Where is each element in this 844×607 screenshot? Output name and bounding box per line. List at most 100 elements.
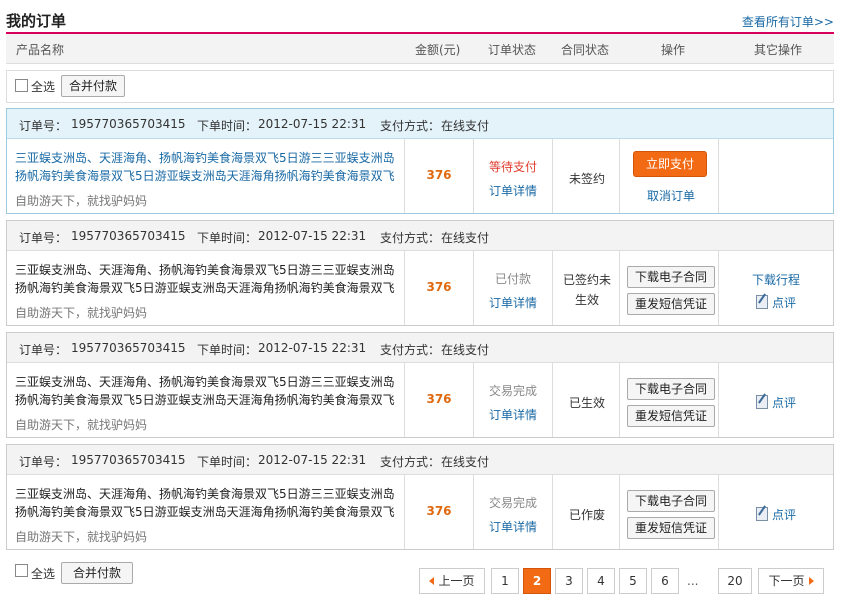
order-card: 订单号： 195770365703415 下单时间： 2012-07-15 22… xyxy=(6,108,834,214)
order-no: 195770365703415 xyxy=(71,341,186,355)
product-name[interactable]: 三亚蜈支洲岛、天涯海角、扬帆海钓美食海景双飞5日游三三亚蜈支洲岛扬帆海钓美食海景… xyxy=(15,261,399,297)
order-detail-link[interactable]: 订单详情 xyxy=(474,406,552,423)
pay-method: 在线支付 xyxy=(441,231,490,245)
top-select-bar: 全选 合并付款 xyxy=(6,70,834,103)
order-time: 2012-07-15 22:31 xyxy=(258,341,367,355)
order-no: 195770365703415 xyxy=(71,117,186,131)
arrow-right-icon xyxy=(808,577,814,585)
review-link[interactable]: 点评 xyxy=(719,506,833,523)
order-time: 2012-07-15 22:31 xyxy=(258,117,367,131)
order-time-label: 下单时间： xyxy=(197,343,258,357)
order-status: 交易完成 xyxy=(488,384,537,398)
download-itinerary-link[interactable]: 下载行程 xyxy=(719,271,833,288)
pay-now-button[interactable]: 立即支付 xyxy=(633,151,707,177)
edit-pen-icon xyxy=(755,507,768,521)
pay-method-label: 支付方式： xyxy=(380,343,441,357)
order-detail-link[interactable]: 订单详情 xyxy=(474,518,552,535)
col-contract-status: 合同状态 xyxy=(561,43,610,57)
col-operation: 操作 xyxy=(661,43,686,57)
order-no: 195770365703415 xyxy=(71,229,186,243)
pay-method: 在线支付 xyxy=(441,343,490,357)
pay-method-label: 支付方式： xyxy=(380,119,441,133)
resend-sms-button[interactable]: 重发短信凭证 xyxy=(627,405,715,427)
merge-pay-button[interactable]: 合并付款 xyxy=(61,75,125,97)
order-time: 2012-07-15 22:31 xyxy=(258,453,367,467)
col-order-status: 订单状态 xyxy=(488,43,537,57)
review-link[interactable]: 点评 xyxy=(719,394,833,411)
resend-sms-button[interactable]: 重发短信凭证 xyxy=(627,517,715,539)
order-no-label: 订单号： xyxy=(19,119,68,133)
order-time: 2012-07-15 22:31 xyxy=(258,229,367,243)
product-name[interactable]: 三亚蜈支洲岛、天涯海角、扬帆海钓美食海景双飞5日游三三亚蜈支洲岛扬帆海钓美食海景… xyxy=(15,373,399,409)
pay-method: 在线支付 xyxy=(441,455,490,469)
order-detail-link[interactable]: 订单详情 xyxy=(474,294,552,311)
next-page-button[interactable]: 下一页 xyxy=(758,568,824,594)
bottom-bar: 全选 合并付款 上一页 1 2 3 4 5 6 ... 20 下一页 xyxy=(6,555,834,601)
contract-status: 已签约未生效 xyxy=(562,273,611,307)
select-all-checkbox[interactable] xyxy=(15,79,28,92)
page-3[interactable]: 3 xyxy=(555,568,583,594)
pay-method-label: 支付方式： xyxy=(380,231,441,245)
table-header: 产品名称 金额(元) 订单状态 合同状态 操作 其它操作 xyxy=(6,34,834,64)
order-card: 订单号： 195770365703415 下单时间： 2012-07-15 22… xyxy=(6,220,834,326)
order-no-label: 订单号： xyxy=(19,231,68,245)
order-amount: 376 xyxy=(426,280,452,294)
contract-status: 已作废 xyxy=(568,508,605,522)
contract-status: 已生效 xyxy=(568,396,605,410)
order-time-label: 下单时间： xyxy=(197,119,258,133)
view-all-orders-link[interactable]: 查看所有订单>> xyxy=(742,13,834,30)
order-header: 订单号： 195770365703415 下单时间： 2012-07-15 22… xyxy=(7,109,833,139)
page-1[interactable]: 1 xyxy=(491,568,519,594)
order-header: 订单号： 195770365703415 下单时间： 2012-07-15 22… xyxy=(7,445,833,475)
arrow-left-icon xyxy=(429,577,435,585)
page-4[interactable]: 4 xyxy=(587,568,615,594)
resend-sms-button[interactable]: 重发短信凭证 xyxy=(627,293,715,315)
pay-method: 在线支付 xyxy=(441,119,490,133)
download-contract-button[interactable]: 下载电子合同 xyxy=(627,266,715,288)
col-amount: 金额(元) xyxy=(415,43,461,57)
order-no-label: 订单号： xyxy=(19,455,68,469)
order-no-label: 订单号： xyxy=(19,343,68,357)
product-subtitle: 自助游天下，就找驴妈妈 xyxy=(15,306,148,320)
product-subtitle: 自助游天下，就找驴妈妈 xyxy=(15,418,148,432)
col-other-operation: 其它操作 xyxy=(754,43,803,57)
select-all-checkbox-bottom[interactable] xyxy=(15,564,28,577)
order-header: 订单号： 195770365703415 下单时间： 2012-07-15 22… xyxy=(7,221,833,251)
pagination-ellipsis: ... xyxy=(687,574,699,588)
review-link[interactable]: 点评 xyxy=(719,294,833,311)
order-card: 订单号： 195770365703415 下单时间： 2012-07-15 22… xyxy=(6,332,834,438)
col-product-name: 产品名称 xyxy=(16,43,65,57)
page-6[interactable]: 6 xyxy=(651,568,679,594)
order-no: 195770365703415 xyxy=(71,453,186,467)
edit-pen-icon xyxy=(755,295,768,309)
product-name-link[interactable]: 三亚蜈支洲岛、天涯海角、扬帆海钓美食海景双飞5日游三三亚蜈支洲岛扬帆海钓美食海景… xyxy=(15,149,399,185)
product-subtitle: 自助游天下，就找驴妈妈 xyxy=(15,194,148,208)
pay-method-label: 支付方式： xyxy=(380,455,441,469)
select-all-label-bottom[interactable]: 全选 xyxy=(31,565,55,582)
prev-page-button[interactable]: 上一页 xyxy=(419,568,485,594)
order-amount: 376 xyxy=(426,504,452,518)
download-contract-button[interactable]: 下载电子合同 xyxy=(627,490,715,512)
product-name[interactable]: 三亚蜈支洲岛、天涯海角、扬帆海钓美食海景双飞5日游三三亚蜈支洲岛扬帆海钓美食海景… xyxy=(15,485,399,521)
page-5[interactable]: 5 xyxy=(619,568,647,594)
merge-pay-button-bottom[interactable]: 合并付款 xyxy=(61,562,133,584)
order-status: 交易完成 xyxy=(488,496,537,510)
order-card: 订单号： 195770365703415 下单时间： 2012-07-15 22… xyxy=(6,444,834,550)
contract-status: 未签约 xyxy=(568,172,605,186)
page-title: 我的订单 xyxy=(6,12,67,30)
download-contract-button[interactable]: 下载电子合同 xyxy=(627,378,715,400)
cancel-order-link[interactable]: 取消订单 xyxy=(625,187,717,204)
order-status: 已付款 xyxy=(494,272,531,286)
order-header: 订单号： 195770365703415 下单时间： 2012-07-15 22… xyxy=(7,333,833,363)
product-subtitle: 自助游天下，就找驴妈妈 xyxy=(15,530,148,544)
order-time-label: 下单时间： xyxy=(197,455,258,469)
order-detail-link[interactable]: 订单详情 xyxy=(474,182,552,199)
order-status: 等待支付 xyxy=(488,160,537,174)
order-amount: 376 xyxy=(426,168,452,182)
page-20[interactable]: 20 xyxy=(718,568,752,594)
order-amount: 376 xyxy=(426,392,452,406)
order-time-label: 下单时间： xyxy=(197,231,258,245)
edit-pen-icon xyxy=(755,395,768,409)
select-all-label[interactable]: 全选 xyxy=(31,78,55,95)
page-2-current[interactable]: 2 xyxy=(523,568,551,594)
